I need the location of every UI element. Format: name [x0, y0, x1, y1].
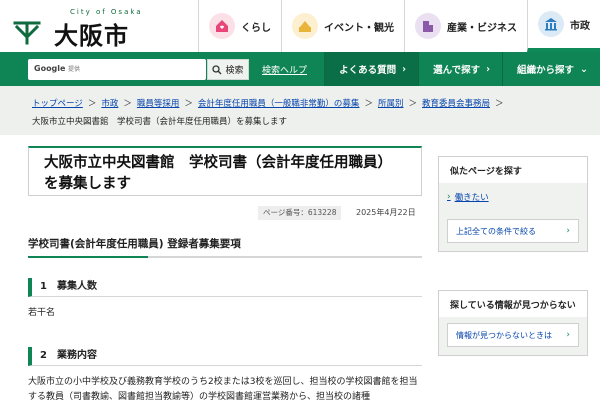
gnav-kurashi-label: くらし	[241, 22, 271, 34]
gnav-event[interactable]: イベント・観光	[281, 0, 404, 52]
not-found-button[interactable]: 情報が見つからないときは ›	[447, 323, 579, 347]
heading-accent	[28, 256, 148, 258]
gnav-shisei-label: 市政	[570, 20, 590, 32]
not-found-body: 情報が見つからないときは ›	[439, 317, 587, 355]
home-heart-icon	[209, 13, 235, 39]
search-input[interactable]	[68, 62, 198, 77]
breadcrumb-separator: ＞	[364, 99, 373, 109]
gnav-shisei[interactable]: 市政	[527, 0, 600, 52]
breadcrumb-item[interactable]: 教育委員会事務局	[422, 99, 490, 109]
narrow-all-label: 上記全ての条件で絞る	[456, 226, 536, 236]
narrow-all-button[interactable]: 上記全ての条件で絞る ›	[447, 219, 579, 243]
search-box[interactable]: Google	[28, 59, 206, 80]
chevron-right-icon: ›	[447, 192, 451, 202]
breadcrumb-item[interactable]: 職員等採用	[137, 99, 180, 109]
logo-title: 大阪市	[54, 22, 129, 50]
not-found-title: 探している情報が見つからない	[450, 301, 576, 311]
not-found-button-label: 情報が見つからないときは	[456, 330, 552, 340]
section-heading: 学校司書(会計年度任用職員) 登録者募集要項	[28, 236, 422, 258]
breadcrumb-item[interactable]: 会計年度任用職員（一般職非常勤）の募集	[198, 99, 360, 109]
event-icon	[292, 13, 318, 39]
similar-link-label: 働きたい	[454, 193, 489, 203]
similar-pages-body: › 働きたい 上記全ての条件で絞る ›	[439, 183, 587, 251]
breadcrumb-item[interactable]: 市政	[101, 99, 118, 109]
page-meta: ページ番号：613228 2025年4月22日	[28, 206, 422, 220]
search-help-link[interactable]: 検索ヘルプ	[262, 63, 307, 76]
chevron-right-icon: ›	[566, 226, 570, 236]
logo-subtitle: City of Osaka	[70, 8, 143, 16]
menu-organization[interactable]: 組織から探す ⌄	[502, 52, 600, 86]
page-number: ページ番号：613228	[258, 206, 342, 220]
breadcrumb-item[interactable]: トップページ	[32, 99, 83, 109]
breadcrumb-separator: ＞	[184, 99, 193, 109]
menu-organization-label: 組織から探す	[517, 65, 575, 76]
building-icon	[415, 13, 441, 39]
city-hall-icon	[538, 11, 564, 37]
chevron-right-icon: ›	[566, 330, 570, 340]
gnav-business[interactable]: 産業・ビジネス	[404, 0, 527, 52]
gnav-business-label: 産業・ビジネス	[447, 22, 517, 34]
chevron-down-icon: ⌄	[580, 63, 588, 75]
menu-faq[interactable]: よくある質問 ›	[324, 52, 419, 86]
breadcrumb-item[interactable]: 所属別	[378, 99, 404, 109]
chevron-right-icon: ›	[402, 63, 407, 75]
search-icon	[212, 64, 222, 74]
gnav-kurashi[interactable]: くらし	[198, 0, 281, 52]
subsection-heading-recruit-count: 1 募集人数	[28, 278, 422, 297]
gnav-event-label: イベント・観光	[324, 22, 394, 34]
google-brand: Google	[34, 64, 66, 73]
breadcrumb-separator: ＞	[123, 99, 132, 109]
similar-pages-title: 似たページを探す	[450, 167, 522, 177]
breadcrumb-separator: ＞	[408, 99, 417, 109]
page-title: 大阪市立中央図書館 学校司書（会計年度任用職員）を募集します	[44, 155, 392, 192]
breadcrumb-current: 大阪市立中央図書館 学校司書（会計年度任用職員）を募集します	[32, 117, 288, 127]
menu-choose[interactable]: 選んで探す ›	[418, 52, 502, 86]
breadcrumb: トップページ ＞ 市政 ＞ 職員等採用 ＞ 会計年度任用職員（一般職非常勤）の募集 ＞ 所属別 ＞…	[0, 86, 600, 135]
menu-faq-label: よくある質問	[339, 65, 397, 76]
recruit-count-text: 若干名	[28, 308, 56, 318]
chevron-right-icon: ›	[486, 63, 491, 75]
quick-menu: よくある質問 › 選んで探す › 組織から探す ⌄	[324, 52, 600, 86]
similar-link-work[interactable]: › 働きたい	[447, 189, 579, 205]
search-bar: Google 検索 検索ヘルプ よくある質問 › 選んで探す › 組織から探す …	[0, 52, 600, 86]
search-button-label: 検索	[225, 66, 244, 76]
global-nav: くらし イベント・観光 産業・ビジネス 市政	[198, 0, 600, 52]
title-box: 大阪市立中央図書館 学校司書（会計年度任用職員）を募集します	[28, 146, 422, 196]
breadcrumb-separator: ＞	[495, 99, 504, 109]
breadcrumb-separator: ＞	[87, 99, 97, 109]
search-button[interactable]: 検索	[207, 59, 249, 80]
site-header: City of Osaka 大阪市 くらし イベント・観光 産業・ビジネス 市政	[0, 0, 600, 52]
publish-date: 2025年4月22日	[356, 208, 416, 217]
subsection-heading-duties: 2 業務内容	[28, 347, 422, 366]
not-found-panel: 探している情報が見つからない 情報が見つからないときは ›	[438, 290, 588, 356]
similar-pages-panel: 似たページを探す › 働きたい 上記全ての条件で絞る ›	[438, 156, 588, 252]
osaka-emblem-icon	[13, 21, 41, 45]
menu-choose-label: 選んで探す	[433, 65, 481, 76]
site-logo[interactable]: City of Osaka 大阪市	[12, 6, 202, 50]
